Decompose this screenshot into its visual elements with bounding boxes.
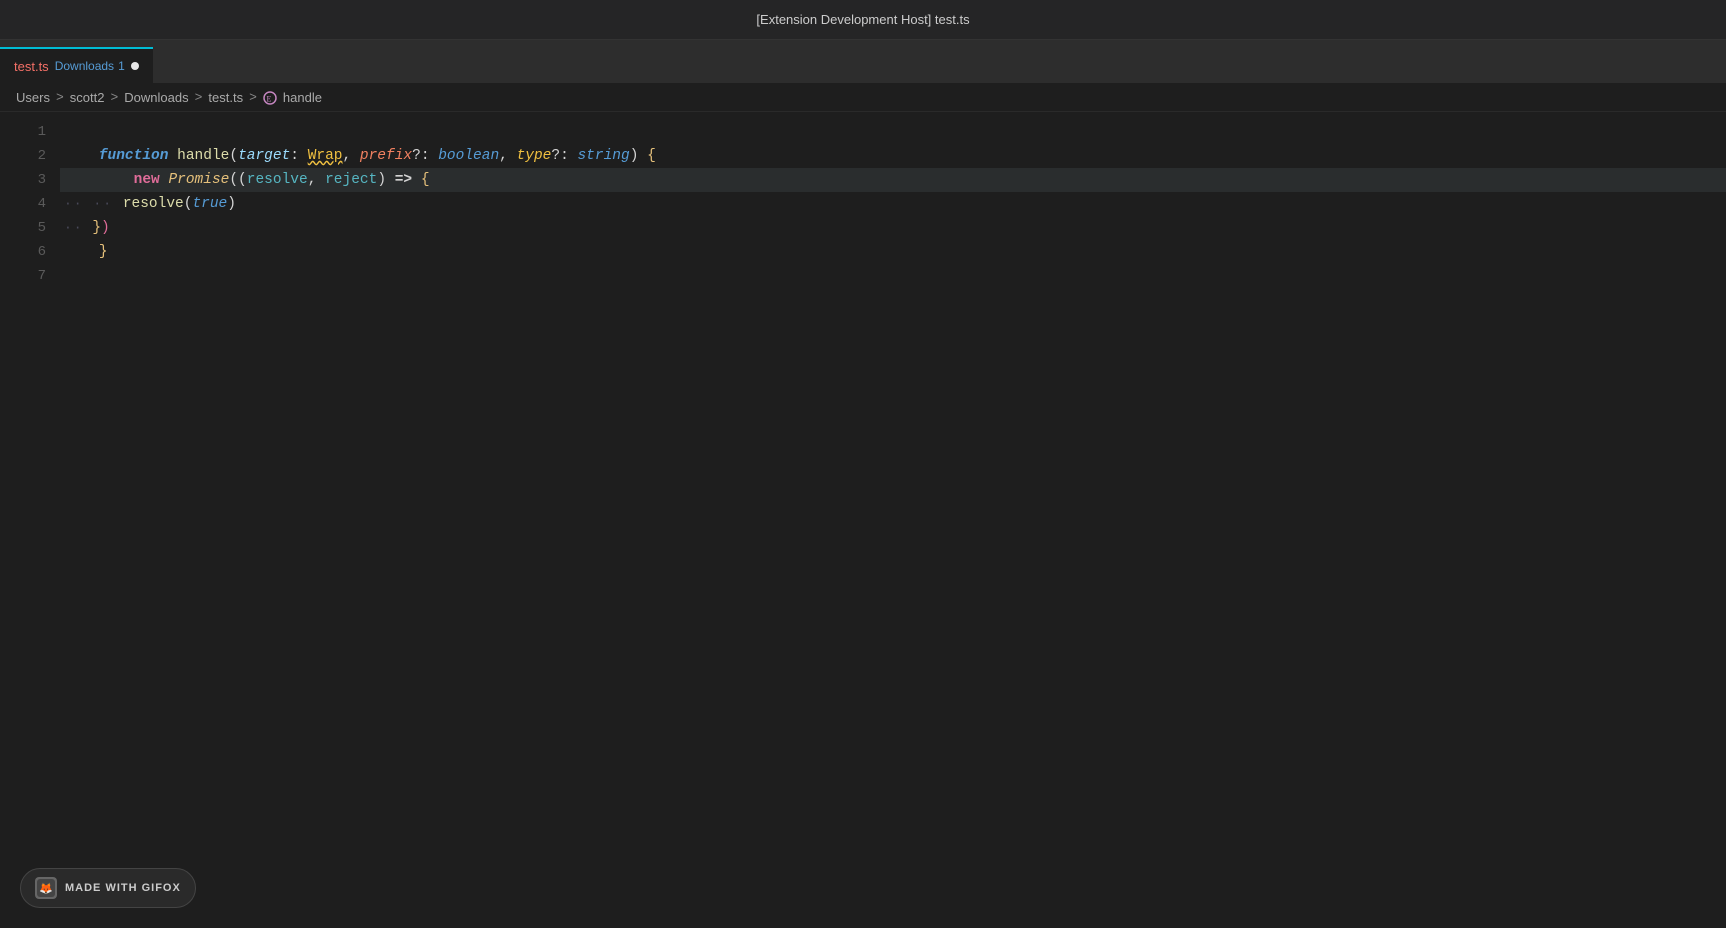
line-num-5: 5 [38, 216, 46, 240]
breadcrumb-file[interactable]: test.ts [208, 90, 243, 105]
tab-badge-count: 1 [118, 59, 125, 73]
symbol-icon: E [263, 91, 277, 105]
breadcrumb-sep-3: > [195, 90, 203, 105]
breadcrumb: Users > scott2 > Downloads > test.ts > E… [0, 84, 1726, 112]
svg-text:🦊: 🦊 [39, 882, 53, 895]
breadcrumb-downloads[interactable]: Downloads [124, 90, 188, 105]
breadcrumb-sep-1: > [56, 90, 64, 105]
editor: 1 2 3 4 5 6 7 function handle ( target :… [0, 112, 1726, 928]
code-line-4: ·· ·· resolve ( true ) [60, 192, 1726, 216]
breadcrumb-scott2[interactable]: scott2 [70, 90, 105, 105]
line-num-3: 3 [38, 168, 46, 192]
gifox-badge: 🦊 MADE WITH GIFOX [20, 868, 196, 908]
line-num-6: 6 [38, 240, 46, 264]
line-num-2: 2 [38, 144, 46, 168]
code-line-2: function handle ( target : Wrap , prefix… [60, 144, 1726, 168]
tab-bar: test.ts Downloads 1 [0, 40, 1726, 84]
tab-badge-label: Downloads [55, 59, 114, 73]
code-line-7 [60, 264, 1726, 288]
code-line-6: } [60, 240, 1726, 264]
breadcrumb-users[interactable]: Users [16, 90, 50, 105]
code-line-1 [60, 120, 1726, 144]
svg-text:E: E [266, 94, 271, 103]
breadcrumb-sep-4: > [249, 90, 257, 105]
tab-badge: Downloads 1 [55, 59, 125, 73]
breadcrumb-handle[interactable]: handle [283, 90, 322, 105]
window-title: [Extension Development Host] test.ts [756, 12, 969, 27]
code-area[interactable]: function handle ( target : Wrap , prefix… [60, 112, 1726, 928]
code-line-5: ·· } ) [60, 216, 1726, 240]
line-num-4: 4 [38, 192, 46, 216]
line-numbers: 1 2 3 4 5 6 7 [0, 112, 60, 928]
tab-unsaved-dot [131, 62, 139, 70]
tab-test-ts[interactable]: test.ts Downloads 1 [0, 47, 153, 83]
breadcrumb-sep-2: > [110, 90, 118, 105]
line-num-7: 7 [38, 264, 46, 288]
tab-filename: test.ts [14, 59, 49, 74]
code-line-3: new Promise (( resolve , reject ) => { [60, 168, 1726, 192]
gifox-icon: 🦊 [35, 877, 57, 899]
line-num-1: 1 [38, 120, 46, 144]
gifox-label: MADE WITH GIFOX [65, 882, 181, 894]
title-bar: [Extension Development Host] test.ts [0, 0, 1726, 40]
